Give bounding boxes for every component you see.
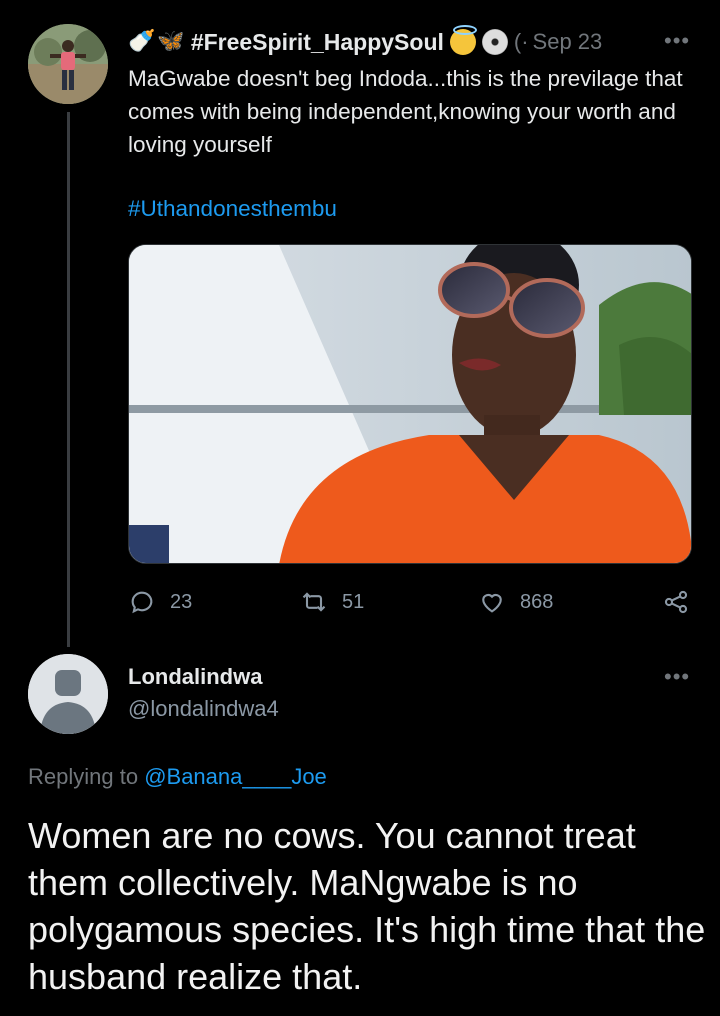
author-avatar[interactable] <box>28 24 108 104</box>
disc-icon <box>481 29 508 55</box>
reply-tweet[interactable]: Londalindwa @londalindwa4 ••• Replying t… <box>0 650 720 1016</box>
author-display-name[interactable]: #FreeSpirit_HappySoul <box>191 29 444 56</box>
tweet-media-image[interactable] <box>128 244 692 564</box>
share-icon <box>664 590 688 614</box>
thread-line <box>67 112 70 647</box>
like-count: 868 <box>520 590 554 613</box>
tweet-date[interactable]: Sep 23 <box>533 29 603 55</box>
replying-prefix: Replying to <box>28 764 145 789</box>
reply-icon <box>131 591 153 614</box>
retweet-button[interactable]: 51 <box>300 584 364 620</box>
retweet-icon <box>302 592 326 612</box>
replying-to-line: Replying to @Banana____Joe <box>28 764 327 790</box>
like-button[interactable]: 868 <box>478 584 553 620</box>
butterfly-emoji: 🦋 <box>157 29 185 54</box>
author-handle[interactable]: (· <box>514 29 529 55</box>
original-tweet[interactable]: 🍼 🦋 #FreeSpirit_HappySoul (· Sep 23 ••• … <box>0 0 720 647</box>
retweet-count: 51 <box>342 590 365 613</box>
reply-author-handle[interactable]: @londalindwa4 <box>128 696 279 722</box>
default-avatar-icon[interactable] <box>28 654 108 734</box>
reply-author-display-name[interactable]: Londalindwa <box>128 664 262 690</box>
baby-bottle-emoji: 🍼 <box>128 29 156 54</box>
share-button[interactable] <box>662 584 690 620</box>
more-options-icon[interactable]: ••• <box>664 28 690 54</box>
tweet-action-bar: 23 51 868 <box>128 584 698 620</box>
hashtag-link[interactable]: #Uthandonesthembu <box>128 196 337 222</box>
replying-mention-link[interactable]: @Banana____Joe <box>144 764 327 789</box>
like-icon <box>482 593 502 613</box>
reply-button[interactable]: 23 <box>128 584 192 620</box>
halo-smile-icon <box>449 25 477 55</box>
tweet-header: 🍼 🦋 #FreeSpirit_HappySoul (· Sep 23 <box>128 24 688 60</box>
tweet-text: MaGwabe doesn't beg Indoda...this is the… <box>128 66 683 157</box>
reply-count: 23 <box>170 590 193 613</box>
reply-text: Women are no cows. You cannot treat them… <box>28 815 706 997</box>
more-options-icon[interactable]: ••• <box>664 664 690 690</box>
